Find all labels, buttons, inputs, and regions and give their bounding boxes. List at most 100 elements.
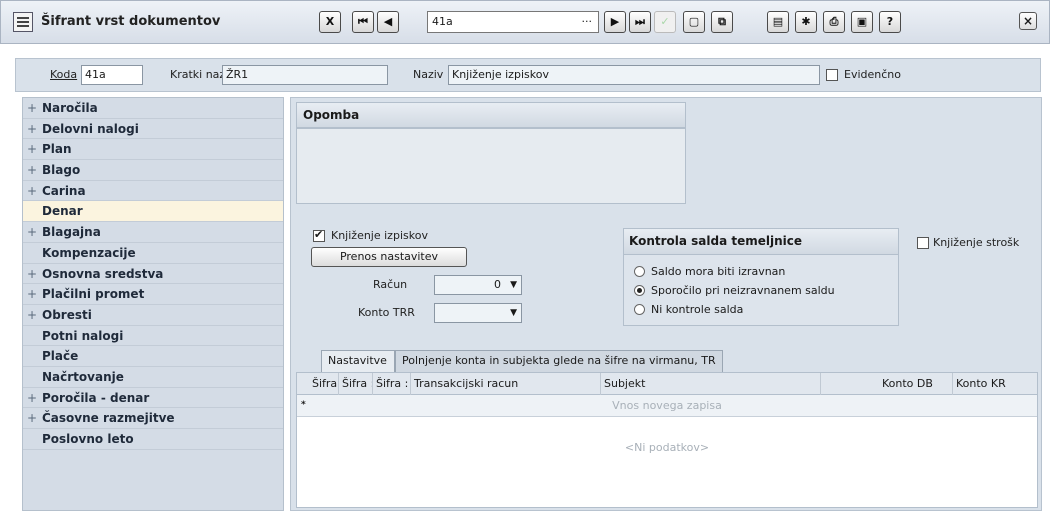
- radio-label: Sporočilo pri neizravnanem saldu: [651, 284, 835, 297]
- new-document-icon[interactable]: ▢: [683, 11, 705, 33]
- record-navigator-input[interactable]: 41a ···: [427, 11, 599, 33]
- header-fields: Koda 41a Kratki naziv ŽR1 Naziv Knjiženj…: [15, 58, 1041, 92]
- copy-window-icon[interactable]: ⧉: [711, 11, 733, 33]
- print-preview-icon[interactable]: ▣: [851, 11, 873, 33]
- sidebar-item-label: Časovne razmejitve: [42, 411, 175, 426]
- sidebar-item-placilni-promet[interactable]: + Plačilni promet: [23, 284, 283, 305]
- column-header[interactable]: Konto DB: [879, 373, 953, 395]
- tab-nastavitve[interactable]: Nastavitve: [321, 350, 395, 372]
- printer-icon[interactable]: ⎙: [823, 11, 845, 33]
- expand-icon[interactable]: +: [27, 284, 42, 304]
- sidebar-item-carina[interactable]: + Carina: [23, 181, 283, 202]
- first-record-button[interactable]: ⏮: [352, 11, 374, 33]
- radio-icon[interactable]: [634, 304, 645, 315]
- expand-icon[interactable]: +: [27, 119, 42, 139]
- expand-icon[interactable]: +: [27, 264, 42, 284]
- knjizenje-stroskov-label: Knjiženje strošk: [933, 236, 1020, 249]
- sidebar-item-label: Plačilni promet: [42, 287, 145, 302]
- grid-header: Šifra Šifra : Šifra : Transakcijski racu…: [297, 373, 1037, 395]
- knjizenje-izpiskov-checkbox[interactable]: [313, 228, 325, 242]
- sidebar-item-casovne-razmejitve[interactable]: + Časovne razmejitve: [23, 408, 283, 429]
- sidebar-item-porocila-denar[interactable]: + Poročila - denar: [23, 388, 283, 409]
- chevron-down-icon[interactable]: ▼: [510, 304, 517, 322]
- record-navigator-dots[interactable]: ···: [582, 12, 593, 32]
- expand-icon[interactable]: +: [27, 388, 42, 408]
- sidebar-item-label: Potni nalogi: [42, 328, 124, 343]
- column-header[interactable]: Subjekt: [601, 373, 821, 395]
- excel-export-icon[interactable]: X: [319, 11, 341, 33]
- sidebar-item-nacrtovanje[interactable]: Načrtovanje: [23, 367, 283, 388]
- radio-sporocilo[interactable]: Sporočilo pri neizravnanem saldu: [634, 284, 835, 297]
- sidebar-item-delovni-nalogi[interactable]: + Delovni nalogi: [23, 119, 283, 140]
- sidebar-item-narocila[interactable]: + Naročila: [23, 98, 283, 119]
- column-header[interactable]: Šifra: [309, 373, 339, 395]
- column-header[interactable]: Šifra :: [339, 373, 373, 395]
- sidebar-item-potni-nalogi[interactable]: Potni nalogi: [23, 326, 283, 347]
- sidebar-item-blago[interactable]: + Blago: [23, 160, 283, 181]
- konto-trr-label: Konto TRR: [358, 306, 415, 319]
- sidebar-item-label: Carina: [42, 183, 86, 198]
- document-icon[interactable]: ▤: [767, 11, 789, 33]
- sidebar-item-osnovna-sredstva[interactable]: + Osnovna sredstva: [23, 264, 283, 285]
- radio-ni-kontrole[interactable]: Ni kontrole salda: [634, 303, 743, 316]
- tab-polnjenje-konta[interactable]: Polnjenje konta in subjekta glede na šif…: [395, 350, 723, 372]
- naziv-label: Naziv: [413, 68, 444, 81]
- sidebar-item-label: Načrtovanje: [42, 369, 124, 384]
- kontrola-salda-group: Kontrola salda temeljnice Saldo mora bit…: [623, 228, 899, 326]
- radio-saldo-izravnan[interactable]: Saldo mora biti izravnan: [634, 265, 785, 278]
- opomba-title: Opomba: [296, 102, 686, 128]
- konto-trr-select[interactable]: ▼: [434, 303, 522, 323]
- sidebar-item-denar[interactable]: Denar: [23, 201, 283, 223]
- sidebar-item-kompenzacije[interactable]: Kompenzacije: [23, 243, 283, 264]
- kratki-naziv-field[interactable]: ŽR1: [222, 65, 388, 85]
- sidebar-item-place[interactable]: Plače: [23, 346, 283, 367]
- magic-wand-icon[interactable]: ✱: [795, 11, 817, 33]
- sidebar-item-plan[interactable]: + Plan: [23, 139, 283, 161]
- column-header[interactable]: Transakcijski racun: [411, 373, 601, 395]
- record-navigator-value: 41a: [432, 15, 453, 28]
- expand-icon[interactable]: +: [27, 408, 42, 428]
- radio-icon[interactable]: [634, 266, 645, 277]
- column-header[interactable]: Šifra :: [373, 373, 411, 395]
- confirm-icon[interactable]: ✓: [654, 11, 676, 33]
- expand-icon[interactable]: +: [27, 160, 42, 180]
- column-header[interactable]: Konto KR: [953, 373, 1037, 395]
- no-data-text: <Ni podatkov>: [624, 441, 710, 454]
- koda-field[interactable]: 41a: [81, 65, 143, 85]
- sidebar-item-label: Osnovna sredstva: [42, 266, 164, 281]
- naziv-field[interactable]: Knjiženje izpiskov: [448, 65, 820, 85]
- radio-label: Ni kontrole salda: [651, 303, 744, 316]
- prev-record-button[interactable]: ◀: [377, 11, 399, 33]
- sidebar-item-label: Plan: [42, 142, 72, 157]
- sidebar-item-label: Poročila - denar: [42, 390, 150, 405]
- main-panel: Opomba Knjiženje izpiskov Prenos nastavi…: [290, 97, 1042, 511]
- opomba-textarea[interactable]: [296, 128, 686, 204]
- chevron-down-icon[interactable]: ▼: [510, 276, 517, 294]
- sidebar-item-label: Poslovno leto: [42, 432, 134, 446]
- sidebar-item-label: Blago: [42, 163, 81, 178]
- expand-icon[interactable]: +: [27, 305, 42, 325]
- evidencno-checkbox[interactable]: [826, 69, 838, 81]
- sidebar: + Naročila + Delovni nalogi + Plan + Blago +…: [22, 97, 284, 511]
- knjizenje-stroskov-checkbox[interactable]: [917, 237, 929, 249]
- expand-icon[interactable]: +: [27, 181, 42, 201]
- title-bar: Šifrant vrst dokumentov X ⏮ ◀ 41a ··· ▶ …: [0, 0, 1050, 44]
- expand-icon[interactable]: +: [27, 98, 42, 118]
- next-record-button[interactable]: ▶: [604, 11, 626, 33]
- expand-icon[interactable]: +: [27, 139, 42, 159]
- sidebar-item-label: Delovni nalogi: [42, 121, 139, 136]
- sidebar-item-poslovno-leto[interactable]: Poslovno leto: [23, 429, 283, 450]
- radio-icon[interactable]: [634, 285, 645, 296]
- close-icon[interactable]: ×: [1019, 12, 1037, 30]
- sidebar-item-label: Denar: [42, 204, 83, 219]
- sidebar-item-obresti[interactable]: + Obresti: [23, 305, 283, 326]
- help-icon[interactable]: ?: [879, 11, 901, 33]
- sidebar-item-label: Plače: [42, 349, 79, 364]
- koda-label: Koda: [50, 68, 78, 81]
- prenos-nastavitev-button[interactable]: Prenos nastavitev: [311, 247, 467, 267]
- last-record-button[interactable]: ⏭: [629, 11, 651, 33]
- new-record-row[interactable]: * Vnos novega zapisa: [297, 395, 1037, 417]
- racun-select[interactable]: 0 ▼: [434, 275, 522, 295]
- expand-icon[interactable]: +: [27, 222, 42, 242]
- sidebar-item-blagajna[interactable]: + Blagajna: [23, 222, 283, 243]
